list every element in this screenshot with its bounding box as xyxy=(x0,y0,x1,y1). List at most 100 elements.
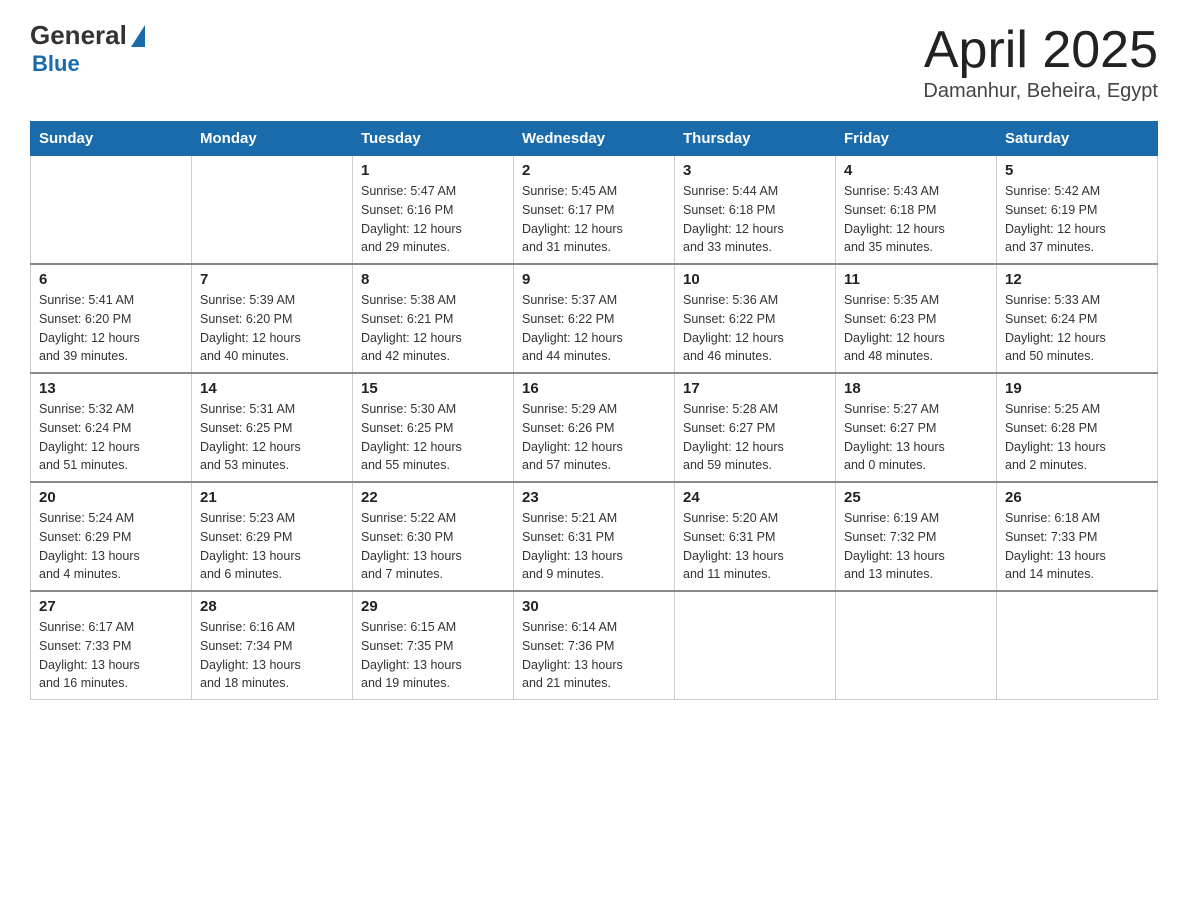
day-info: Sunrise: 5:20 AM Sunset: 6:31 PM Dayligh… xyxy=(683,509,827,584)
calendar-cell: 11 Sunrise: 5:35 AM Sunset: 6:23 PM Dayli… xyxy=(836,264,997,373)
day-number: 10 xyxy=(683,271,827,288)
day-number: 26 xyxy=(1005,489,1149,506)
title-block: April 2025 Damanhur, Beheira, Egypt xyxy=(923,20,1158,103)
day-info: Sunrise: 5:31 AM Sunset: 6:25 PM Dayligh… xyxy=(200,400,344,475)
calendar-table: SundayMondayTuesdayWednesdayThursdayFrid… xyxy=(30,121,1158,700)
day-number: 20 xyxy=(39,489,183,506)
day-number: 3 xyxy=(683,162,827,179)
day-info: Sunrise: 6:15 AM Sunset: 7:35 PM Dayligh… xyxy=(361,618,505,693)
day-number: 15 xyxy=(361,380,505,397)
calendar-cell: 12Sunrise: 5:33 AM Sunset: 6:24 PM Dayli… xyxy=(997,264,1158,373)
day-info: Sunrise: 5:38 AM Sunset: 6:21 PM Dayligh… xyxy=(361,291,505,366)
day-info: Sunrise: 5:24 AM Sunset: 6:29 PM Dayligh… xyxy=(39,509,183,584)
calendar-cell: 26 Sunrise: 6:18 AM Sunset: 7:33 PM Dayli… xyxy=(997,482,1158,591)
calendar-week-1: 1 Sunrise: 5:47 AM Sunset: 6:16 PM Daylig… xyxy=(31,156,1158,265)
calendar-cell xyxy=(31,156,192,265)
day-info: Sunrise: 5:44 AM Sunset: 6:18 PM Dayligh… xyxy=(683,182,827,257)
day-info: Sunrise: 5:47 AM Sunset: 6:16 PM Dayligh… xyxy=(361,182,505,257)
day-number: 2 xyxy=(522,162,666,179)
day-number: 22 xyxy=(361,489,505,506)
day-info: Sunrise: 5:21 AM Sunset: 6:31 PM Dayligh… xyxy=(522,509,666,584)
calendar-cell: 2Sunrise: 5:45 AM Sunset: 6:17 PM Daylig… xyxy=(514,156,675,265)
calendar-cell: 4 Sunrise: 5:43 AM Sunset: 6:18 PM Daylig… xyxy=(836,156,997,265)
day-number: 9 xyxy=(522,271,666,288)
day-number: 13 xyxy=(39,380,183,397)
header-wednesday: Wednesday xyxy=(514,122,675,156)
header-friday: Friday xyxy=(836,122,997,156)
day-info: Sunrise: 5:36 AM Sunset: 6:22 PM Dayligh… xyxy=(683,291,827,366)
day-number: 8 xyxy=(361,271,505,288)
calendar-cell: 16Sunrise: 5:29 AM Sunset: 6:26 PM Dayli… xyxy=(514,373,675,482)
calendar-cell: 9Sunrise: 5:37 AM Sunset: 6:22 PM Daylig… xyxy=(514,264,675,373)
calendar-cell: 24 Sunrise: 5:20 AM Sunset: 6:31 PM Dayli… xyxy=(675,482,836,591)
day-number: 29 xyxy=(361,598,505,615)
calendar-week-2: 6 Sunrise: 5:41 AM Sunset: 6:20 PM Daylig… xyxy=(31,264,1158,373)
day-info: Sunrise: 5:28 AM Sunset: 6:27 PM Dayligh… xyxy=(683,400,827,475)
day-number: 24 xyxy=(683,489,827,506)
day-number: 1 xyxy=(361,162,505,179)
calendar-cell: 13 Sunrise: 5:32 AM Sunset: 6:24 PM Dayli… xyxy=(31,373,192,482)
day-number: 28 xyxy=(200,598,344,615)
day-number: 5 xyxy=(1005,162,1149,179)
header-tuesday: Tuesday xyxy=(353,122,514,156)
day-info: Sunrise: 5:39 AM Sunset: 6:20 PM Dayligh… xyxy=(200,291,344,366)
day-number: 21 xyxy=(200,489,344,506)
calendar-cell: 22 Sunrise: 5:22 AM Sunset: 6:30 PM Dayli… xyxy=(353,482,514,591)
calendar-cell xyxy=(192,156,353,265)
day-info: Sunrise: 6:18 AM Sunset: 7:33 PM Dayligh… xyxy=(1005,509,1149,584)
day-number: 11 xyxy=(844,271,988,288)
calendar-cell: 8 Sunrise: 5:38 AM Sunset: 6:21 PM Daylig… xyxy=(353,264,514,373)
calendar-cell: 23Sunrise: 5:21 AM Sunset: 6:31 PM Dayli… xyxy=(514,482,675,591)
calendar-cell: 29 Sunrise: 6:15 AM Sunset: 7:35 PM Dayli… xyxy=(353,591,514,700)
calendar-cell: 25Sunrise: 6:19 AM Sunset: 7:32 PM Dayli… xyxy=(836,482,997,591)
day-info: Sunrise: 6:17 AM Sunset: 7:33 PM Dayligh… xyxy=(39,618,183,693)
calendar-cell: 27 Sunrise: 6:17 AM Sunset: 7:33 PM Dayli… xyxy=(31,591,192,700)
calendar-week-4: 20 Sunrise: 5:24 AM Sunset: 6:29 PM Dayli… xyxy=(31,482,1158,591)
calendar-cell: 6 Sunrise: 5:41 AM Sunset: 6:20 PM Daylig… xyxy=(31,264,192,373)
logo: General Blue xyxy=(30,20,145,77)
day-number: 6 xyxy=(39,271,183,288)
calendar-title: April 2025 xyxy=(923,20,1158,80)
calendar-cell: 1 Sunrise: 5:47 AM Sunset: 6:16 PM Daylig… xyxy=(353,156,514,265)
calendar-cell: 5 Sunrise: 5:42 AM Sunset: 6:19 PM Daylig… xyxy=(997,156,1158,265)
calendar-cell: 18 Sunrise: 5:27 AM Sunset: 6:27 PM Dayli… xyxy=(836,373,997,482)
calendar-cell: 10 Sunrise: 5:36 AM Sunset: 6:22 PM Dayli… xyxy=(675,264,836,373)
day-number: 17 xyxy=(683,380,827,397)
day-info: Sunrise: 5:23 AM Sunset: 6:29 PM Dayligh… xyxy=(200,509,344,584)
day-info: Sunrise: 5:25 AM Sunset: 6:28 PM Dayligh… xyxy=(1005,400,1149,475)
calendar-cell: 20 Sunrise: 5:24 AM Sunset: 6:29 PM Dayli… xyxy=(31,482,192,591)
day-info: Sunrise: 5:41 AM Sunset: 6:20 PM Dayligh… xyxy=(39,291,183,366)
day-info: Sunrise: 5:27 AM Sunset: 6:27 PM Dayligh… xyxy=(844,400,988,475)
header-sunday: Sunday xyxy=(31,122,192,156)
day-number: 19 xyxy=(1005,380,1149,397)
day-number: 4 xyxy=(844,162,988,179)
day-number: 12 xyxy=(1005,271,1149,288)
calendar-header-row: SundayMondayTuesdayWednesdayThursdayFrid… xyxy=(31,122,1158,156)
calendar-cell: 17 Sunrise: 5:28 AM Sunset: 6:27 PM Dayli… xyxy=(675,373,836,482)
day-info: Sunrise: 6:19 AM Sunset: 7:32 PM Dayligh… xyxy=(844,509,988,584)
logo-triangle-icon xyxy=(131,25,145,47)
calendar-subtitle: Damanhur, Beheira, Egypt xyxy=(923,80,1158,103)
day-number: 18 xyxy=(844,380,988,397)
day-info: Sunrise: 5:32 AM Sunset: 6:24 PM Dayligh… xyxy=(39,400,183,475)
day-number: 14 xyxy=(200,380,344,397)
logo-blue-text: Blue xyxy=(32,51,80,77)
day-info: Sunrise: 5:22 AM Sunset: 6:30 PM Dayligh… xyxy=(361,509,505,584)
calendar-cell: 28 Sunrise: 6:16 AM Sunset: 7:34 PM Dayli… xyxy=(192,591,353,700)
day-info: Sunrise: 6:16 AM Sunset: 7:34 PM Dayligh… xyxy=(200,618,344,693)
day-info: Sunrise: 6:14 AM Sunset: 7:36 PM Dayligh… xyxy=(522,618,666,693)
day-number: 27 xyxy=(39,598,183,615)
calendar-cell: 14 Sunrise: 5:31 AM Sunset: 6:25 PM Dayli… xyxy=(192,373,353,482)
calendar-cell: 3 Sunrise: 5:44 AM Sunset: 6:18 PM Daylig… xyxy=(675,156,836,265)
calendar-cell xyxy=(997,591,1158,700)
calendar-week-5: 27 Sunrise: 6:17 AM Sunset: 7:33 PM Dayli… xyxy=(31,591,1158,700)
day-info: Sunrise: 5:35 AM Sunset: 6:23 PM Dayligh… xyxy=(844,291,988,366)
day-info: Sunrise: 5:43 AM Sunset: 6:18 PM Dayligh… xyxy=(844,182,988,257)
day-info: Sunrise: 5:29 AM Sunset: 6:26 PM Dayligh… xyxy=(522,400,666,475)
calendar-cell xyxy=(836,591,997,700)
calendar-cell xyxy=(675,591,836,700)
calendar-week-3: 13 Sunrise: 5:32 AM Sunset: 6:24 PM Dayli… xyxy=(31,373,1158,482)
day-info: Sunrise: 5:42 AM Sunset: 6:19 PM Dayligh… xyxy=(1005,182,1149,257)
day-info: Sunrise: 5:30 AM Sunset: 6:25 PM Dayligh… xyxy=(361,400,505,475)
header-monday: Monday xyxy=(192,122,353,156)
